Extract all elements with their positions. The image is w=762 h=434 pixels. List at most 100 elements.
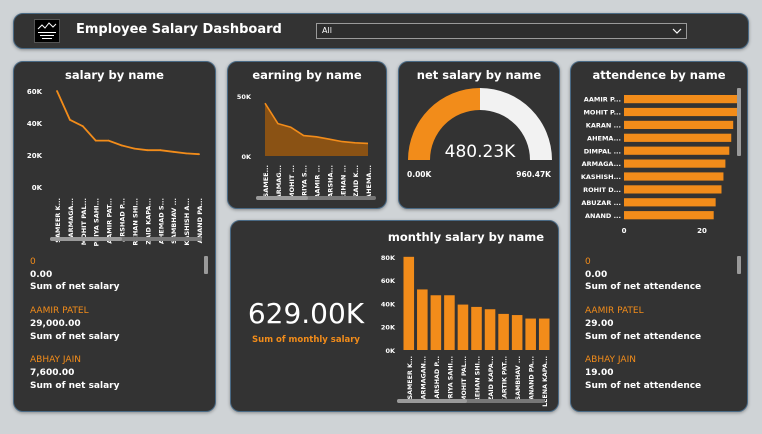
kpi-name: AAMIR PATEL bbox=[585, 306, 644, 316]
bar bbox=[624, 146, 730, 155]
bar bbox=[624, 211, 714, 220]
dropdown-selected-value: All bbox=[322, 26, 332, 35]
data-point bbox=[133, 147, 136, 150]
gauge-min-label: 0.00K bbox=[407, 170, 433, 179]
data-point bbox=[159, 149, 162, 152]
kpi-label: Sum of net attendence bbox=[585, 381, 702, 391]
bar bbox=[403, 256, 415, 350]
bar bbox=[444, 295, 455, 350]
monthly-salary-panel: 629.00K Sum of monthly salary monthly sa… bbox=[230, 220, 559, 412]
x-tick-label: REHAN ... bbox=[339, 165, 347, 200]
kpi-value: 29.00 bbox=[585, 319, 614, 329]
x-tick-label: MOHIT PAL... bbox=[461, 356, 468, 402]
bar bbox=[457, 304, 469, 350]
data-point bbox=[69, 118, 71, 121]
x-tick-label: ZAID K... bbox=[352, 165, 360, 197]
series-area bbox=[265, 103, 368, 156]
earning-panel: earning by name 0K 50K SAMEE... ARMAG... MOH… bbox=[227, 61, 387, 209]
bar bbox=[417, 289, 428, 350]
salary-kpi-scrollbar[interactable] bbox=[204, 256, 208, 274]
data-point bbox=[146, 149, 149, 152]
y-tick-label: 40K bbox=[381, 300, 396, 308]
kpi-value: 29,000.00 bbox=[30, 319, 81, 329]
kpi-value: 7,600.00 bbox=[30, 368, 75, 378]
series-line bbox=[56, 90, 200, 156]
kpi-name: 0 bbox=[585, 257, 591, 267]
bar bbox=[498, 313, 509, 350]
attendence-chart-scrollbar[interactable] bbox=[737, 88, 741, 156]
logo bbox=[34, 19, 60, 43]
employee-filter-dropdown[interactable]: All bbox=[316, 23, 687, 39]
kpi-label: Sum of net salary bbox=[30, 332, 120, 342]
x-tick-label: ARSHAD P... bbox=[434, 356, 441, 398]
salary-chart-scroll-thumb[interactable] bbox=[50, 237, 122, 241]
chevron-down-icon[interactable] bbox=[672, 27, 682, 35]
monthly-chart-scroll-thumb[interactable] bbox=[397, 399, 467, 403]
salary-panel: salary by name 0K 20K 40K 60K SAMEER K... ARM… bbox=[13, 61, 216, 412]
bar bbox=[511, 315, 523, 350]
y-tick-label: 0K bbox=[32, 184, 43, 192]
net-salary-gauge: 480.23K 0.00K 960.47K bbox=[407, 88, 552, 179]
x-tick-label: MOHIT ... bbox=[288, 165, 296, 199]
kpi-value: 19.00 bbox=[585, 368, 614, 378]
y-tick-label: 20K bbox=[27, 152, 43, 160]
bar bbox=[525, 318, 536, 350]
y-tick-label: ANAND ... bbox=[585, 212, 621, 220]
bar bbox=[624, 95, 738, 104]
bar bbox=[624, 185, 722, 194]
monthly-chart-title: monthly salary by name bbox=[387, 230, 545, 244]
x-tick-label: ZAID KAPA... bbox=[488, 356, 495, 401]
x-tick-label: AHEMA... bbox=[365, 165, 373, 199]
x-tick-label: 0 bbox=[622, 227, 627, 235]
x-tick-label: ARMAGA... bbox=[67, 198, 75, 237]
y-tick-label: 40K bbox=[27, 120, 43, 128]
data-point bbox=[56, 90, 58, 92]
data-point bbox=[198, 153, 200, 156]
bar bbox=[624, 172, 724, 181]
gauge-max-label: 960.47K bbox=[516, 170, 552, 179]
gauge-value-label: 480.23K bbox=[445, 142, 516, 162]
attendence-kpi-scrollbar[interactable] bbox=[737, 256, 741, 274]
earning-chart-scroll-thumb[interactable] bbox=[256, 196, 308, 200]
salary-line-chart: 0K20K40K60KSAMEER K... ARMAGA... MOHIT PAL… bbox=[27, 88, 204, 247]
y-tick-label: ROHIT D... bbox=[583, 186, 621, 194]
x-tick-label: ARSHA... bbox=[326, 165, 334, 198]
x-tick-label: ARMAG... bbox=[275, 165, 283, 199]
kpi-name: AAMIR PATEL bbox=[30, 306, 89, 316]
x-tick-label: KARTIK PAT... bbox=[502, 356, 509, 403]
bar bbox=[624, 107, 738, 117]
kpi-label: Sum of net salary bbox=[30, 282, 120, 292]
y-tick-label: AAMIR P... bbox=[584, 96, 621, 104]
y-tick-label: AHEMA... bbox=[587, 134, 621, 142]
kpi-name: ABHAY JAIN bbox=[585, 355, 636, 365]
bar bbox=[624, 133, 732, 142]
data-point bbox=[107, 139, 110, 142]
net-salary-panel: net salary by name 480.23K 0.00K 960.47K bbox=[398, 61, 560, 209]
data-point bbox=[172, 150, 175, 153]
y-tick-label: KASHISH... bbox=[581, 173, 621, 181]
y-tick-label: ABUZAR ... bbox=[581, 199, 621, 207]
y-tick-label: ARMAGA... bbox=[582, 160, 621, 168]
bar bbox=[624, 120, 734, 129]
y-tick-label: 0K bbox=[241, 153, 252, 161]
kpi-label: Sum of net attendence bbox=[585, 332, 702, 342]
attendence-panel: attendence by name AAMIR P... MOHIT P... K… bbox=[570, 61, 748, 412]
data-point bbox=[120, 144, 123, 147]
monthly-kpi-value: 629.00K bbox=[247, 297, 365, 330]
data-point bbox=[94, 139, 97, 142]
x-tick-label: SAMBHAV ... bbox=[515, 356, 522, 400]
monthly-bar-chart: 0K 20K 40K 60K 80K SAMEER K... ARMAGAN... ARSHA… bbox=[381, 254, 550, 407]
kpi-value: 0.00 bbox=[585, 270, 608, 280]
y-tick-label: 80K bbox=[381, 254, 396, 262]
y-tick-label: 60K bbox=[27, 88, 43, 96]
x-tick-label: 20 bbox=[697, 227, 707, 235]
x-tick-label: ANAND PA... bbox=[529, 356, 536, 400]
kpi-name: 0 bbox=[30, 257, 36, 267]
kpi-value: 0.00 bbox=[30, 270, 53, 280]
y-tick-label: 20K bbox=[381, 324, 396, 332]
monthly-kpi-label: Sum of monthly salary bbox=[252, 335, 360, 345]
attendence-chart-title: attendence by name bbox=[592, 68, 726, 82]
x-tick-label: SAMEER K... bbox=[407, 356, 414, 399]
x-tick-label: ARSHAD P... bbox=[119, 198, 127, 242]
bar bbox=[538, 318, 550, 350]
